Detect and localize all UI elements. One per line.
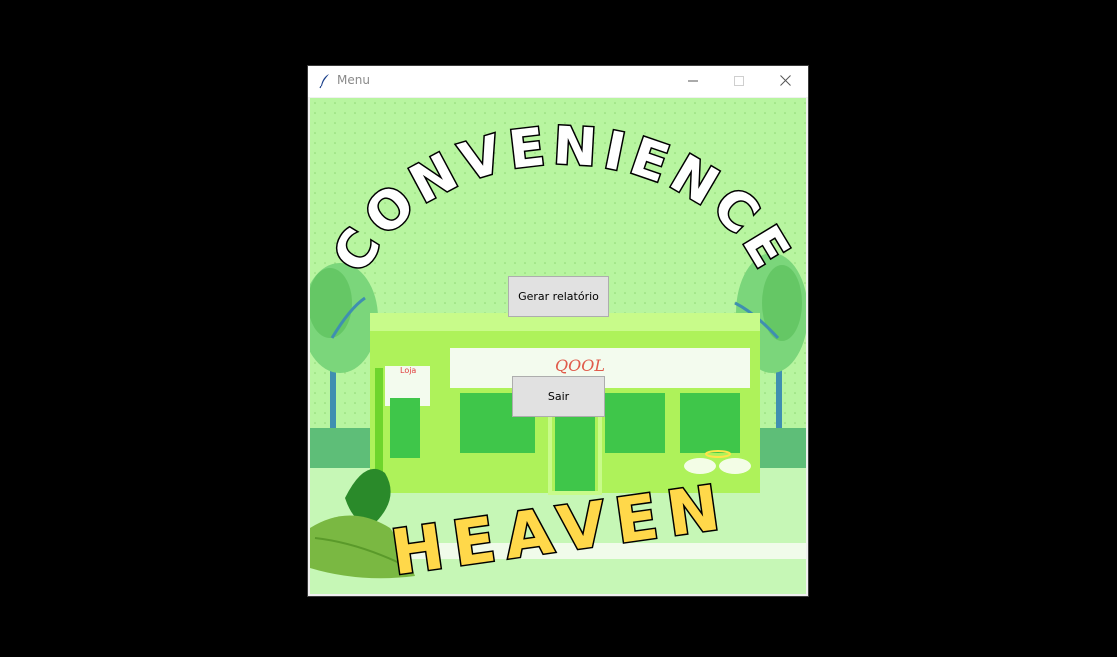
exit-button[interactable]: Sair	[512, 376, 605, 417]
app-window: Menu Loja QOOL CONVENIENCE HEAVEN Gerar …	[308, 66, 808, 596]
generate-report-button[interactable]: Gerar relatório	[508, 276, 609, 317]
minimize-button[interactable]	[670, 66, 716, 95]
background-canvas: Loja QOOL CONVENIENCE HEAVEN Gerar relat…	[310, 98, 806, 594]
window-title: Menu	[337, 73, 370, 87]
maximize-icon	[734, 75, 744, 86]
maximize-button[interactable]	[716, 66, 762, 95]
shop-sign: Loja	[400, 366, 416, 375]
minimize-icon	[688, 80, 698, 81]
shop-logo: QOOL	[555, 356, 605, 375]
feather-icon	[319, 74, 329, 89]
close-icon	[779, 75, 791, 86]
title-bar[interactable]: Menu	[308, 66, 808, 97]
close-button[interactable]	[762, 66, 808, 95]
store-illustration: Loja QOOL CONVENIENCE HEAVEN	[310, 98, 806, 594]
